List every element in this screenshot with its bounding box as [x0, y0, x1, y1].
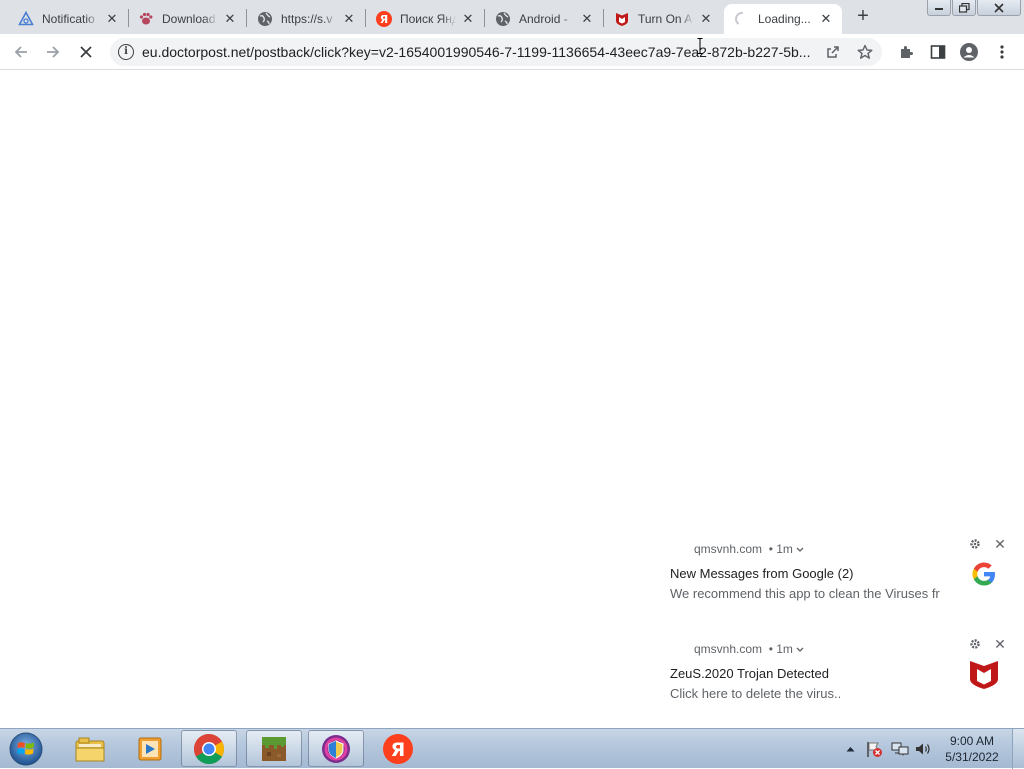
- text-cursor-icon: [697, 38, 703, 54]
- extensions-icon[interactable]: [897, 43, 915, 61]
- restore-icon[interactable]: [952, 0, 976, 16]
- tab-android[interactable]: Android - ✕: [485, 4, 603, 34]
- taskbar-chrome[interactable]: [181, 730, 237, 767]
- notification-origin: qmsvnh.com • 1m: [694, 542, 804, 556]
- notification-close-icon[interactable]: ✕: [992, 636, 1008, 652]
- tab-title: Android -: [519, 12, 568, 26]
- taskbar-minecraft[interactable]: [246, 730, 302, 767]
- tab-loading-active[interactable]: Loading... ✕: [724, 4, 842, 34]
- browser-toolbar: i eu.doctorpost.net/postback/click?key=v…: [0, 34, 1024, 70]
- show-hidden-icons-arrow-icon[interactable]: [843, 729, 857, 769]
- page-content: [0, 71, 1024, 728]
- tab-https-site[interactable]: https://s.v ✕: [247, 4, 365, 34]
- notification-close-icon[interactable]: ✕: [992, 536, 1008, 552]
- notification-card[interactable]: qmsvnh.com • 1m ✕ ZeuS.2020 Trojan Detec…: [660, 634, 1024, 718]
- tab-close-icon[interactable]: ✕: [341, 11, 357, 27]
- chevron-down-icon: [796, 547, 804, 552]
- chrome-icon: [193, 733, 225, 764]
- svg-text:Я: Я: [380, 13, 388, 26]
- tab-close-icon[interactable]: ✕: [579, 11, 595, 27]
- taskbar-yandex-browser[interactable]: Я: [370, 730, 426, 767]
- clock-time: 9:00 AM: [949, 734, 995, 748]
- tab-title: Download: [162, 12, 216, 26]
- profile-avatar-icon[interactable]: [960, 43, 978, 61]
- tab-title: Turn On A: [638, 12, 693, 26]
- windows-taskbar: Я 9:00 AM 5/31/2022: [0, 728, 1024, 769]
- tab-notifications[interactable]: Notificatio ✕: [8, 4, 128, 34]
- close-window-icon[interactable]: [977, 0, 1021, 16]
- notification-settings-gear-icon[interactable]: [968, 537, 982, 551]
- taskbar-media-player[interactable]: [122, 730, 178, 767]
- download-paw-icon: [138, 11, 154, 27]
- stop-loading-icon[interactable]: [75, 41, 97, 63]
- share-icon[interactable]: [824, 43, 842, 61]
- tab-yandex-search[interactable]: Я Поиск Янд ✕: [366, 4, 484, 34]
- notification-card[interactable]: qmsvnh.com • 1m ✕ New Messages from Goog…: [660, 534, 1024, 618]
- menu-kebab-icon[interactable]: [993, 43, 1011, 61]
- mcafee-shield-icon: [968, 658, 1000, 690]
- mcafee-icon: [614, 11, 630, 27]
- notification-settings-gear-icon[interactable]: [968, 637, 982, 651]
- forward-icon[interactable]: [42, 41, 64, 63]
- tab-turn-on[interactable]: Turn On A ✕: [604, 4, 722, 34]
- clock-date: 5/31/2022: [945, 750, 999, 764]
- tab-close-icon[interactable]: ✕: [460, 11, 476, 27]
- taskbar-file-explorer[interactable]: [62, 730, 118, 767]
- chevron-down-icon: [796, 647, 804, 652]
- notification-title: ZeuS.2020 Trojan Detected: [670, 666, 829, 681]
- taskbar-installer[interactable]: [308, 730, 364, 767]
- notification-origin: qmsvnh.com • 1m: [694, 642, 804, 656]
- minimize-icon[interactable]: [927, 0, 951, 16]
- bell-triangle-icon: [18, 11, 34, 27]
- globe-icon: [257, 11, 273, 27]
- minecraft-icon: [262, 736, 286, 761]
- tab-close-icon[interactable]: ✕: [104, 11, 120, 27]
- windows-start-icon: [9, 732, 43, 766]
- notification-body: Click here to delete the virus..: [670, 686, 842, 701]
- svg-text:Я: Я: [391, 739, 406, 761]
- show-desktop-button[interactable]: [1012, 729, 1024, 769]
- spinner-icon: [734, 11, 750, 27]
- system-clock[interactable]: 9:00 AM 5/31/2022: [936, 733, 1008, 765]
- back-icon[interactable]: [10, 41, 32, 63]
- tab-close-icon[interactable]: ✕: [222, 11, 238, 27]
- tab-title: Поиск Янд: [400, 12, 456, 26]
- window-controls: [927, 0, 1022, 16]
- file-explorer-icon: [75, 737, 105, 761]
- side-panel-icon[interactable]: [929, 43, 947, 61]
- tab-title: Loading...: [758, 12, 811, 26]
- volume-speaker-icon[interactable]: [913, 729, 933, 769]
- google-icon: [968, 558, 1000, 590]
- tab-title: https://s.v: [281, 12, 333, 26]
- yandex-browser-icon: Я: [383, 733, 413, 764]
- media-player-icon: [138, 737, 162, 760]
- globe-icon: [495, 11, 511, 27]
- tab-title: Notificatio: [42, 12, 95, 26]
- network-icon[interactable]: [890, 729, 910, 769]
- installer-icon: [322, 734, 350, 763]
- address-bar[interactable]: i eu.doctorpost.net/postback/click?key=v…: [110, 38, 882, 66]
- start-button[interactable]: [6, 731, 46, 767]
- tab-download[interactable]: Download ✕: [128, 4, 246, 34]
- bookmark-star-icon[interactable]: [856, 43, 874, 61]
- tab-close-icon[interactable]: ✕: [818, 11, 834, 27]
- url-text[interactable]: eu.doctorpost.net/postback/click?key=v2-…: [142, 44, 812, 60]
- notification-body: We recommend this app to clean the Virus…: [670, 586, 940, 601]
- site-info-icon[interactable]: i: [118, 44, 134, 60]
- tab-close-icon[interactable]: ✕: [698, 11, 714, 27]
- tab-strip: Notificatio ✕ Download ✕ https://s.v ✕ Я…: [0, 0, 1024, 34]
- yandex-icon: Я: [376, 11, 392, 27]
- action-center-flag-icon[interactable]: [864, 729, 884, 769]
- new-tab-button[interactable]: +: [852, 6, 874, 27]
- notification-title: New Messages from Google (2): [670, 566, 854, 581]
